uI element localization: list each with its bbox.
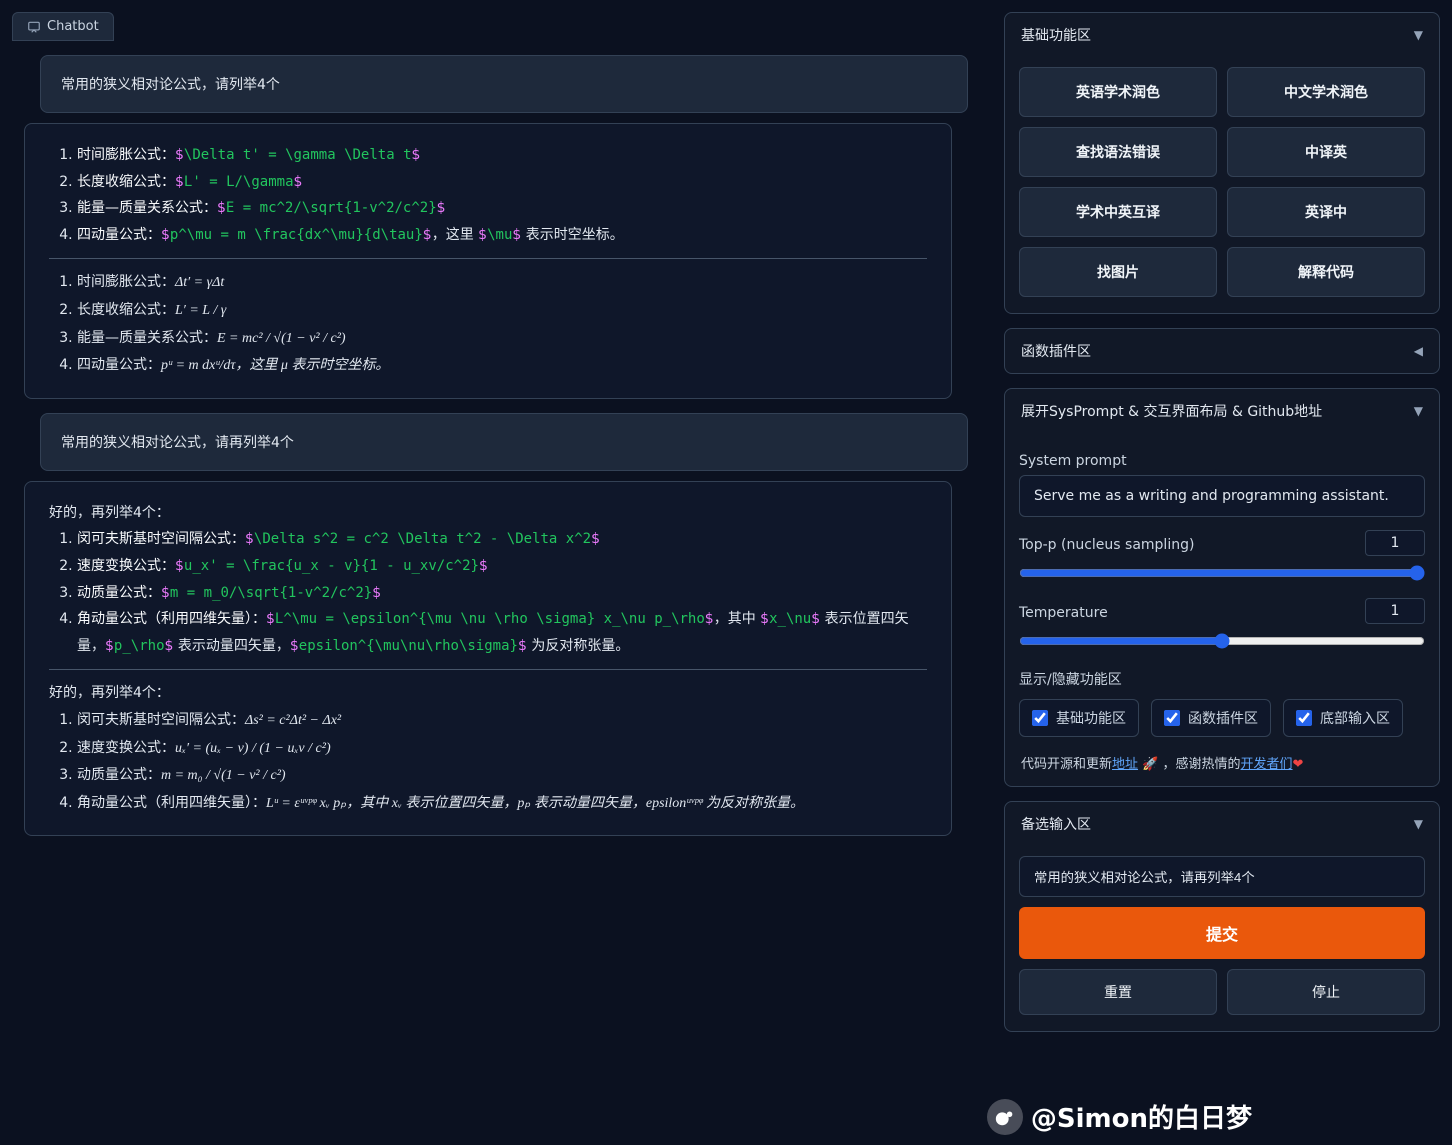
temperature-label: Temperature [1019,605,1108,621]
tab-chatbot[interactable]: Chatbot [12,12,114,41]
sysprompt-header[interactable]: 展开SysPrompt & 交互界面布局 & Github地址 ▼ [1005,389,1439,433]
function-button[interactable]: 查找语法错误 [1019,127,1217,177]
function-button[interactable]: 学术中英互译 [1019,187,1217,237]
function-button[interactable]: 找图片 [1019,247,1217,297]
formula-rendered-item: 角动量公式（利用四维矢量）：Lᵘ = εᵘᵛᵖᵠ xᵥ pₚ，其中 xᵥ 表示位… [77,790,927,818]
toggle-label: 显示/隐藏功能区 [1019,669,1425,689]
basic-functions-section: 基础功能区 ▼ 英语学术润色中文学术润色查找语法错误中译英学术中英互译英译中找图… [1004,12,1440,314]
formula-raw-item: 时间膨胀公式：$\Delta t' = \gamma \Delta t$ [77,142,927,169]
temperature-value[interactable]: 1 [1365,598,1425,624]
formula-rendered-item: 四动量公式：pᵘ = m dxᵘ/dτ，这里 μ 表示时空坐标。 [77,352,927,380]
footer-note: 代码开源和更新地址 🚀 ，感谢热情的开发者们❤ [1005,753,1439,786]
function-button[interactable]: 中译英 [1227,127,1425,177]
topp-value[interactable]: 1 [1365,530,1425,556]
sysprompt-section: 展开SysPrompt & 交互界面布局 & Github地址 ▼ System… [1004,388,1440,787]
formula-rendered-item: 闵可夫斯基时空间隔公式：Δs² = c²Δt² − Δx² [77,707,927,735]
plugins-header[interactable]: 函数插件区 ◀ [1005,329,1439,373]
formula-rendered-item: 时间膨胀公式：Δt′ = γΔt [77,269,927,297]
formula-rendered-item: 长度收缩公式：L′ = L / γ [77,297,927,325]
formula-raw-item: 速度变换公式：$u_x' = \frac{u_x - v}{1 - u_xv/c… [77,553,927,580]
formula-rendered-item: 速度变换公式：uₓ′ = (uₓ − v) / (1 − uₓv / c²) [77,735,927,763]
reset-button[interactable]: 重置 [1019,969,1217,1015]
divider [49,669,927,670]
chevron-down-icon: ▼ [1414,404,1423,418]
visibility-checkbox[interactable]: 底部输入区 [1283,699,1403,737]
system-prompt-label: System prompt [1019,453,1425,469]
temperature-slider[interactable] [1019,633,1425,649]
function-button[interactable]: 解释代码 [1227,247,1425,297]
function-button[interactable]: 英译中 [1227,187,1425,237]
system-prompt-input[interactable]: Serve me as a writing and programming as… [1019,475,1425,517]
formula-raw-item: 闵可夫斯基时空间隔公式：$\Delta s^2 = c^2 \Delta t^2… [77,526,927,553]
visibility-checkbox[interactable]: 基础功能区 [1019,699,1139,737]
assistant-message-1: 时间膨胀公式：$\Delta t' = \gamma \Delta t$长度收缩… [24,123,952,399]
formula-raw-item: 长度收缩公式：$L' = L/\gamma$ [77,169,927,196]
chat-icon [27,20,41,34]
function-button[interactable]: 中文学术润色 [1227,67,1425,117]
divider [49,258,927,259]
chat-panel: Chatbot 常用的狭义相对论公式，请列举4个 时间膨胀公式：$\Delta … [0,0,992,1145]
sidebar: 基础功能区 ▼ 英语学术润色中文学术润色查找语法错误中译英学术中英互译英译中找图… [992,0,1452,1145]
formula-raw-item: 角动量公式（利用四维矢量）：$L^\mu = \epsilon^{\mu \nu… [77,606,927,659]
topp-slider[interactable] [1019,565,1425,581]
alt-input-field[interactable] [1019,856,1425,897]
chevron-down-icon: ▼ [1414,817,1423,831]
formula-raw-item: 四动量公式：$p^\mu = m \frac{dx^\mu}{d\tau}$，这… [77,222,927,249]
alt-input-header[interactable]: 备选输入区 ▼ [1005,802,1439,846]
stop-button[interactable]: 停止 [1227,969,1425,1015]
basic-functions-header[interactable]: 基础功能区 ▼ [1005,13,1439,57]
submit-button[interactable]: 提交 [1019,907,1425,959]
formula-rendered-item: 动质量公式：m = m₀ / √(1 − v² / c²) [77,762,927,790]
assistant-message-2: 好的，再列举4个： 闵可夫斯基时空间隔公式：$\Delta s^2 = c^2 … [24,481,952,837]
source-link[interactable]: 地址 [1112,757,1138,772]
chevron-left-icon: ◀ [1414,344,1423,358]
devs-link[interactable]: 开发者们 [1241,757,1293,772]
alt-input-section: 备选输入区 ▼ 提交 重置 停止 [1004,801,1440,1032]
topp-label: Top-p (nucleus sampling) [1019,537,1194,553]
visibility-checkbox[interactable]: 函数插件区 [1151,699,1271,737]
formula-rendered-item: 能量—质量关系公式：E = mc² / √(1 − v² / c²) [77,325,927,353]
user-message-1: 常用的狭义相对论公式，请列举4个 [40,55,968,113]
formula-raw-item: 能量—质量关系公式：$E = mc^2/\sqrt{1-v^2/c^2}$ [77,195,927,222]
tab-label: Chatbot [47,19,99,34]
function-button[interactable]: 英语学术润色 [1019,67,1217,117]
formula-raw-item: 动质量公式：$m = m_0/\sqrt{1-v^2/c^2}$ [77,580,927,607]
chevron-down-icon: ▼ [1414,28,1423,42]
user-message-2: 常用的狭义相对论公式，请再列举4个 [40,413,968,471]
heart-icon: ❤ [1293,757,1304,772]
plugins-section: 函数插件区 ◀ [1004,328,1440,374]
